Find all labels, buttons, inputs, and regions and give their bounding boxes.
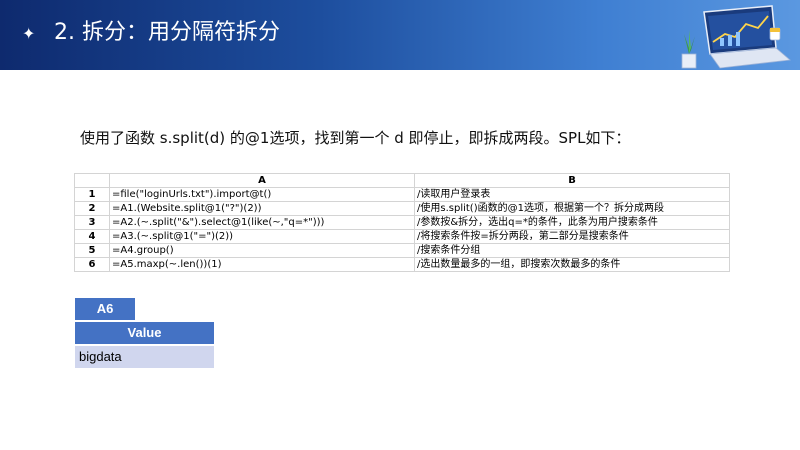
spl-grid: A B 1 =file("loginUrls.txt").import@t() … bbox=[74, 173, 730, 272]
table-row: 5 =A4.group() /搜索条件分组 bbox=[74, 243, 730, 258]
cell-b[interactable]: /选出数量最多的一组，即搜索次数最多的条件 bbox=[414, 257, 730, 272]
cell-b[interactable]: /将搜索条件按=拆分两段，第二部分是搜索条件 bbox=[414, 229, 730, 244]
grid-header-row: A B bbox=[74, 173, 730, 188]
laptop-chart-illustration bbox=[681, 5, 791, 69]
slide-title: 2. 拆分：用分隔符拆分 bbox=[54, 20, 280, 45]
cell-b[interactable]: /搜索条件分组 bbox=[414, 243, 730, 258]
cell-b[interactable]: /参数按&拆分，选出q=*的条件，此条为用户搜索条件 bbox=[414, 215, 730, 230]
row-number[interactable]: 2 bbox=[74, 201, 110, 216]
cell-b[interactable]: /读取用户登录表 bbox=[414, 187, 730, 202]
result-value: bigdata bbox=[75, 346, 214, 368]
cell-a[interactable]: =A1.(Website.split@1("?")(2)) bbox=[109, 201, 415, 216]
table-row: 4 =A3.(~.split@1("=")(2)) /将搜索条件按=拆分两段，第… bbox=[74, 229, 730, 244]
row-number[interactable]: 3 bbox=[74, 215, 110, 230]
intro-text: 使用了函数 s.split(d) 的@1选项，找到第一个 d 即停止，即拆成两段… bbox=[80, 129, 631, 147]
table-row: 6 =A5.maxp(~.len())(1) /选出数量最多的一组，即搜索次数最… bbox=[74, 257, 730, 272]
row-number[interactable]: 5 bbox=[74, 243, 110, 258]
grid-corner-cell bbox=[74, 173, 110, 188]
column-header-a[interactable]: A bbox=[109, 173, 415, 188]
cell-a[interactable]: =A3.(~.split@1("=")(2)) bbox=[109, 229, 415, 244]
table-row: 3 =A2.(~.split("&").select@1(like(~,"q=*… bbox=[74, 215, 730, 230]
row-number[interactable]: 4 bbox=[74, 229, 110, 244]
cell-b[interactable]: /使用s.split()函数的@1选项，根据第一个？拆分成两段 bbox=[414, 201, 730, 216]
slide-header: ✦ 2. 拆分：用分隔符拆分 bbox=[0, 0, 800, 70]
bullet-star-icon: ✦ bbox=[22, 24, 36, 43]
table-row: 1 =file("loginUrls.txt").import@t() /读取用… bbox=[74, 187, 730, 202]
cell-a[interactable]: =A2.(~.split("&").select@1(like(~,"q=*")… bbox=[109, 215, 415, 230]
result-cell-label: A6 bbox=[75, 298, 135, 320]
cell-a[interactable]: =A5.maxp(~.len())(1) bbox=[109, 257, 415, 272]
column-header-b[interactable]: B bbox=[414, 173, 730, 188]
cell-a[interactable]: =A4.group() bbox=[109, 243, 415, 258]
row-number[interactable]: 6 bbox=[74, 257, 110, 272]
row-number[interactable]: 1 bbox=[74, 187, 110, 202]
result-value-header: Value bbox=[75, 322, 214, 344]
cell-a[interactable]: =file("loginUrls.txt").import@t() bbox=[109, 187, 415, 202]
table-row: 2 =A1.(Website.split@1("?")(2)) /使用s.spl… bbox=[74, 201, 730, 216]
